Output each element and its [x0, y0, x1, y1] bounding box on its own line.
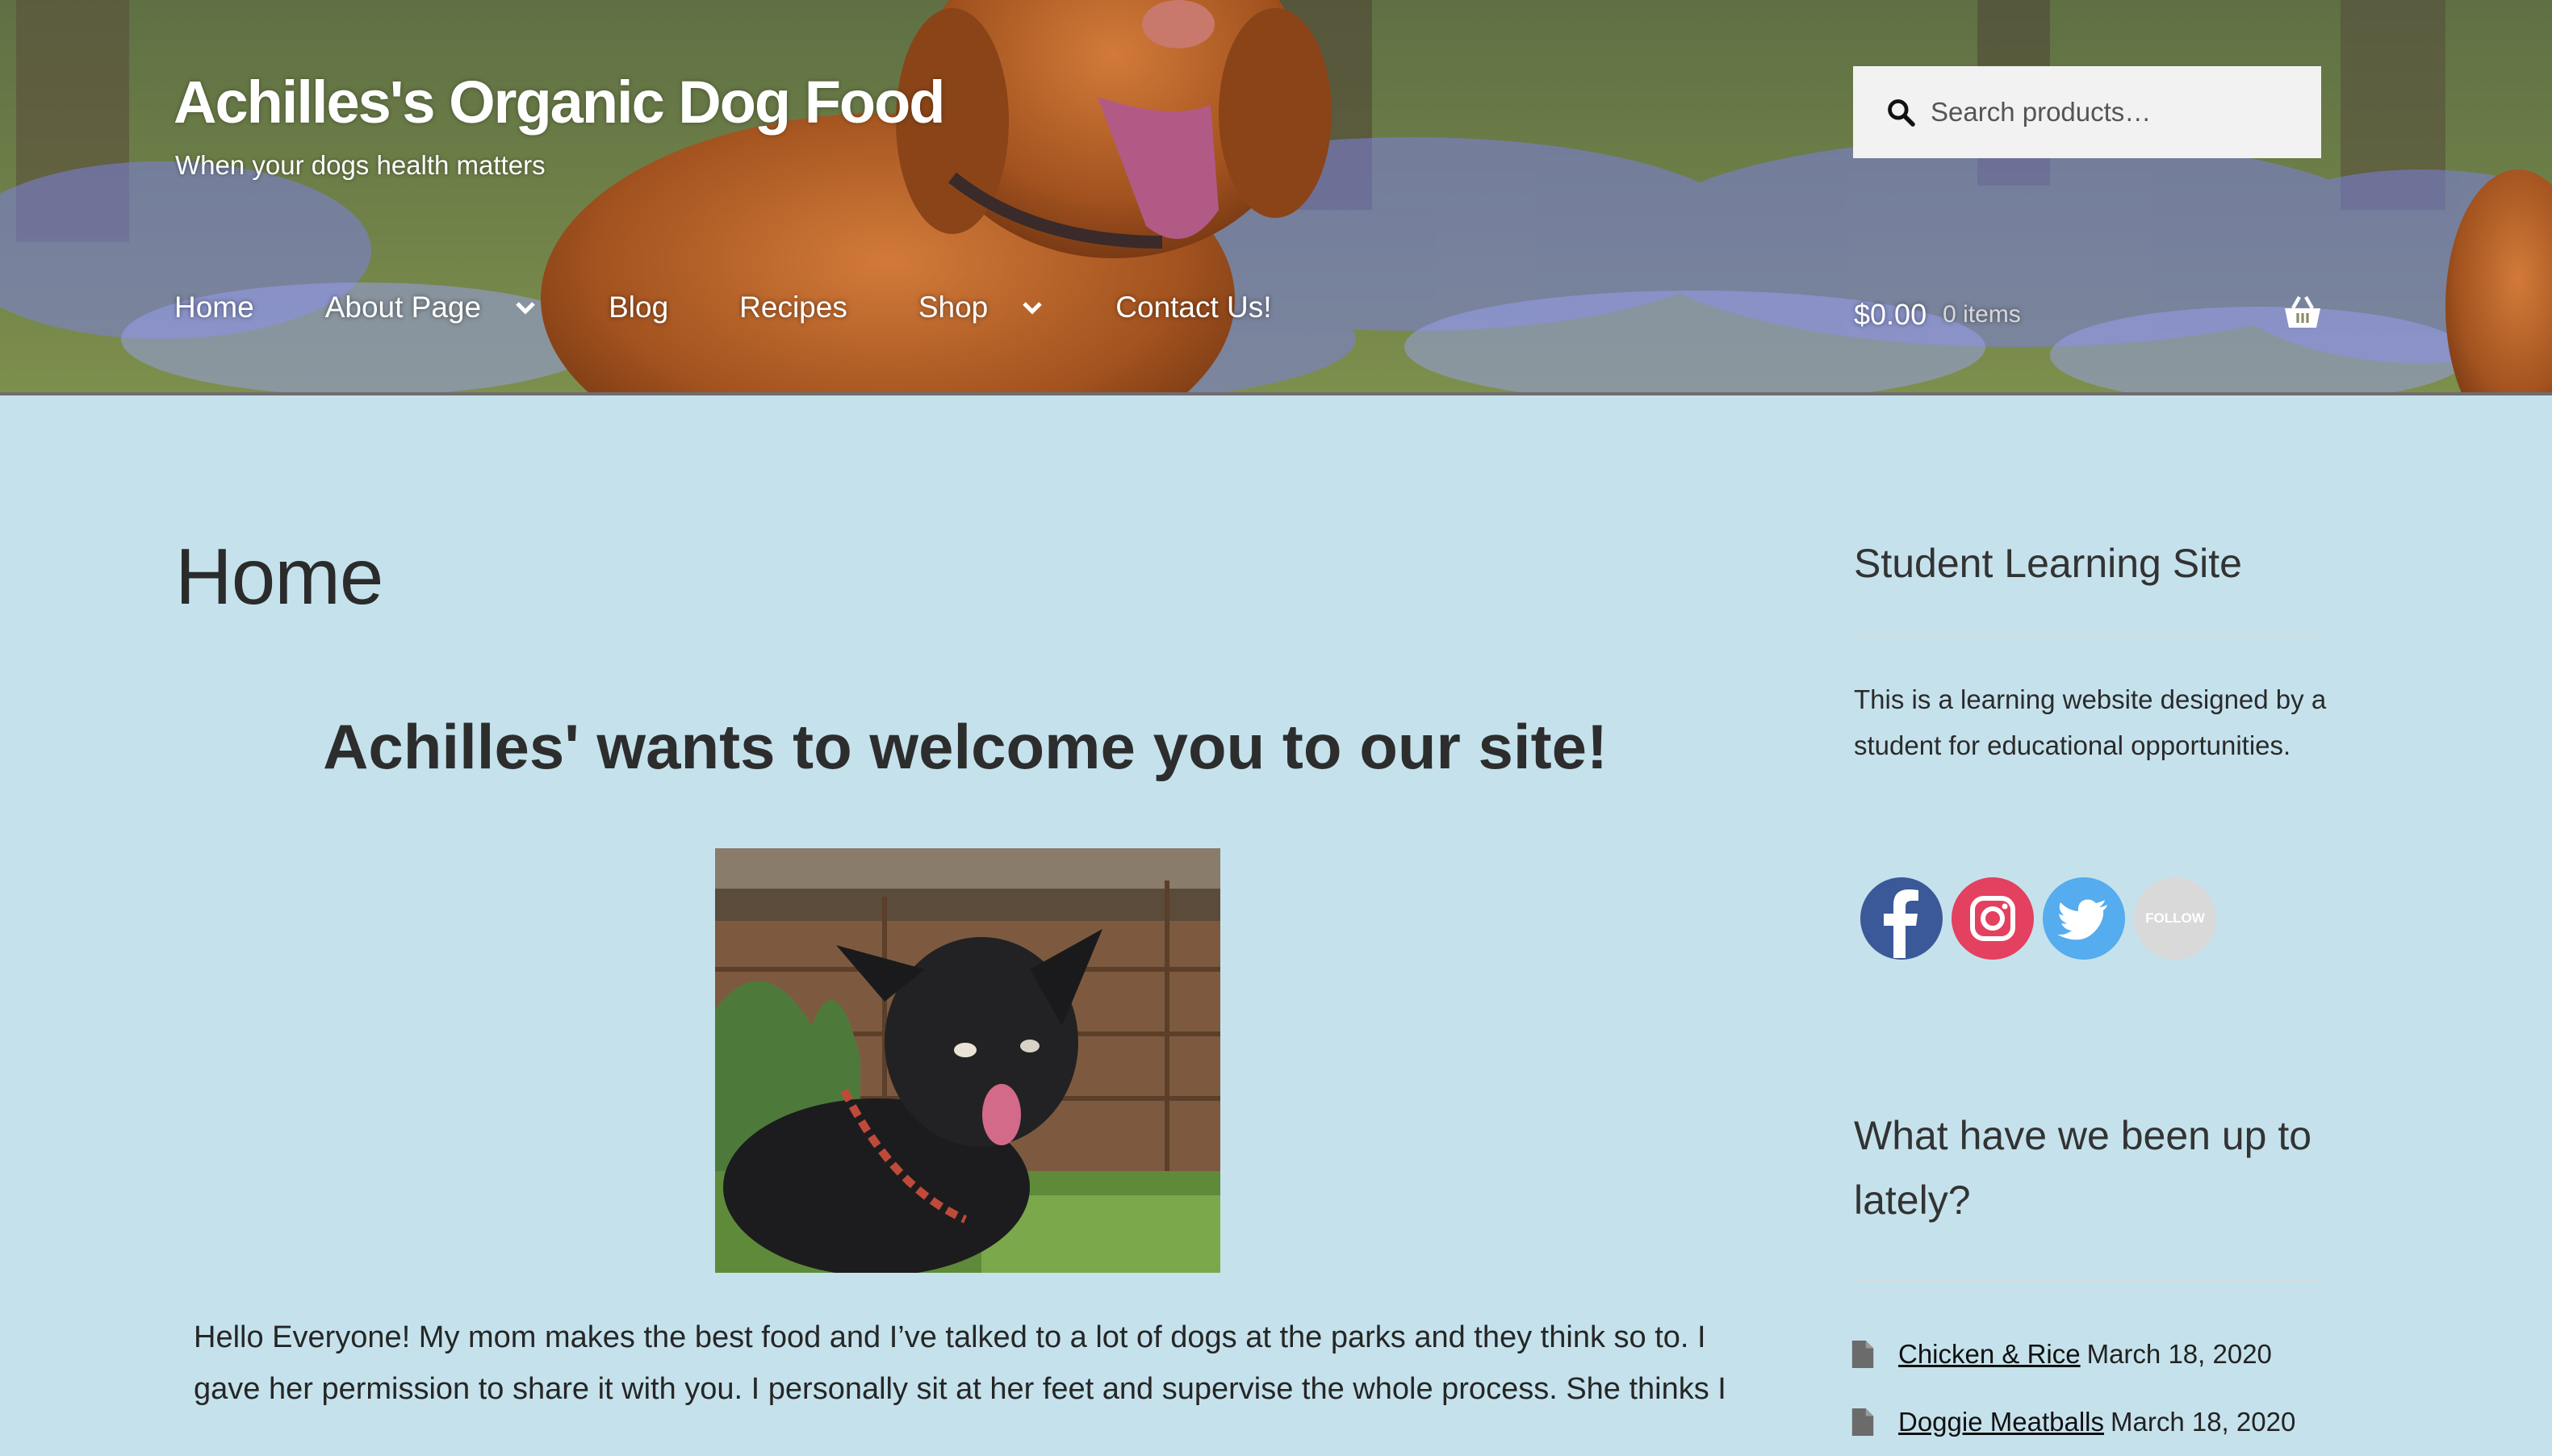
nav-item-blog[interactable]: Blog	[609, 291, 668, 324]
post-link[interactable]: Doggie Meatballs	[1898, 1407, 2104, 1437]
product-search[interactable]	[1853, 66, 2321, 158]
widget-title-student-learning-site: Student Learning Site	[1854, 541, 2242, 586]
nav-item-shop[interactable]: Shop	[918, 291, 1044, 324]
primary-navigation: Home About Page Blog Recipes Shop Contac…	[174, 291, 1343, 324]
nav-item-label: Recipes	[739, 291, 847, 324]
nav-item-about-page[interactable]: About Page	[325, 291, 538, 324]
cart-item-count: 0 items	[1943, 301, 2021, 328]
header-cart[interactable]: $0.00 0 items	[1854, 292, 2322, 337]
instagram-icon[interactable]	[1952, 877, 2034, 960]
nav-item-label: About Page	[324, 291, 482, 324]
cart-amount: $0.00	[1854, 298, 1927, 331]
chevron-down-icon[interactable]	[513, 295, 538, 320]
list-item: Chicken & Rice March 18, 2020	[1851, 1320, 2295, 1388]
nav-item-recipes[interactable]: Recipes	[739, 291, 847, 324]
search-icon	[1888, 99, 1915, 127]
widget-divider	[1854, 1280, 2322, 1282]
document-icon	[1851, 1341, 1874, 1368]
basket-icon[interactable]	[2283, 295, 2322, 331]
twitter-icon[interactable]	[2043, 877, 2125, 960]
search-input[interactable]	[1929, 96, 2287, 128]
post-link[interactable]: Chicken & Rice	[1898, 1339, 2081, 1370]
nav-item-label: Blog	[609, 291, 669, 324]
post-date: March 18, 2020	[2110, 1407, 2296, 1437]
chevron-down-icon[interactable]	[1020, 295, 1044, 320]
nav-item-contact-us[interactable]: Contact Us!	[1115, 291, 1271, 324]
dog-photo	[715, 848, 1220, 1273]
page-title: Home	[175, 532, 383, 621]
nav-item-home[interactable]: Home	[174, 291, 254, 324]
social-icons: FOLLOW	[1860, 877, 2225, 960]
widget-divider	[1854, 635, 2322, 637]
facebook-icon[interactable]	[1860, 877, 1943, 960]
widget-title-recent-posts: What have we been up to lately?	[1854, 1113, 2312, 1223]
nav-item-label: Shop	[918, 291, 989, 324]
follow-button[interactable]: FOLLOW	[2134, 877, 2216, 960]
document-icon	[1851, 1408, 1874, 1436]
nav-item-label: Home	[174, 291, 254, 324]
site-header: Achilles's Organic Dog Food When your do…	[0, 0, 2552, 395]
welcome-heading: Achilles' wants to welcome you to our si…	[323, 711, 1608, 782]
site-title[interactable]: Achilles's Organic Dog Food	[174, 68, 946, 136]
widget-text-learning-site: This is a learning website designed by a…	[1854, 684, 2327, 760]
nav-item-label: Contact Us!	[1115, 291, 1272, 324]
site-tagline: When your dogs health matters	[175, 150, 546, 180]
intro-paragraph: Hello Everyone! My mom makes the best fo…	[194, 1320, 1726, 1406]
list-item: Doggie Meatballs March 18, 2020	[1851, 1388, 2295, 1456]
post-date: March 18, 2020	[2086, 1339, 2272, 1369]
